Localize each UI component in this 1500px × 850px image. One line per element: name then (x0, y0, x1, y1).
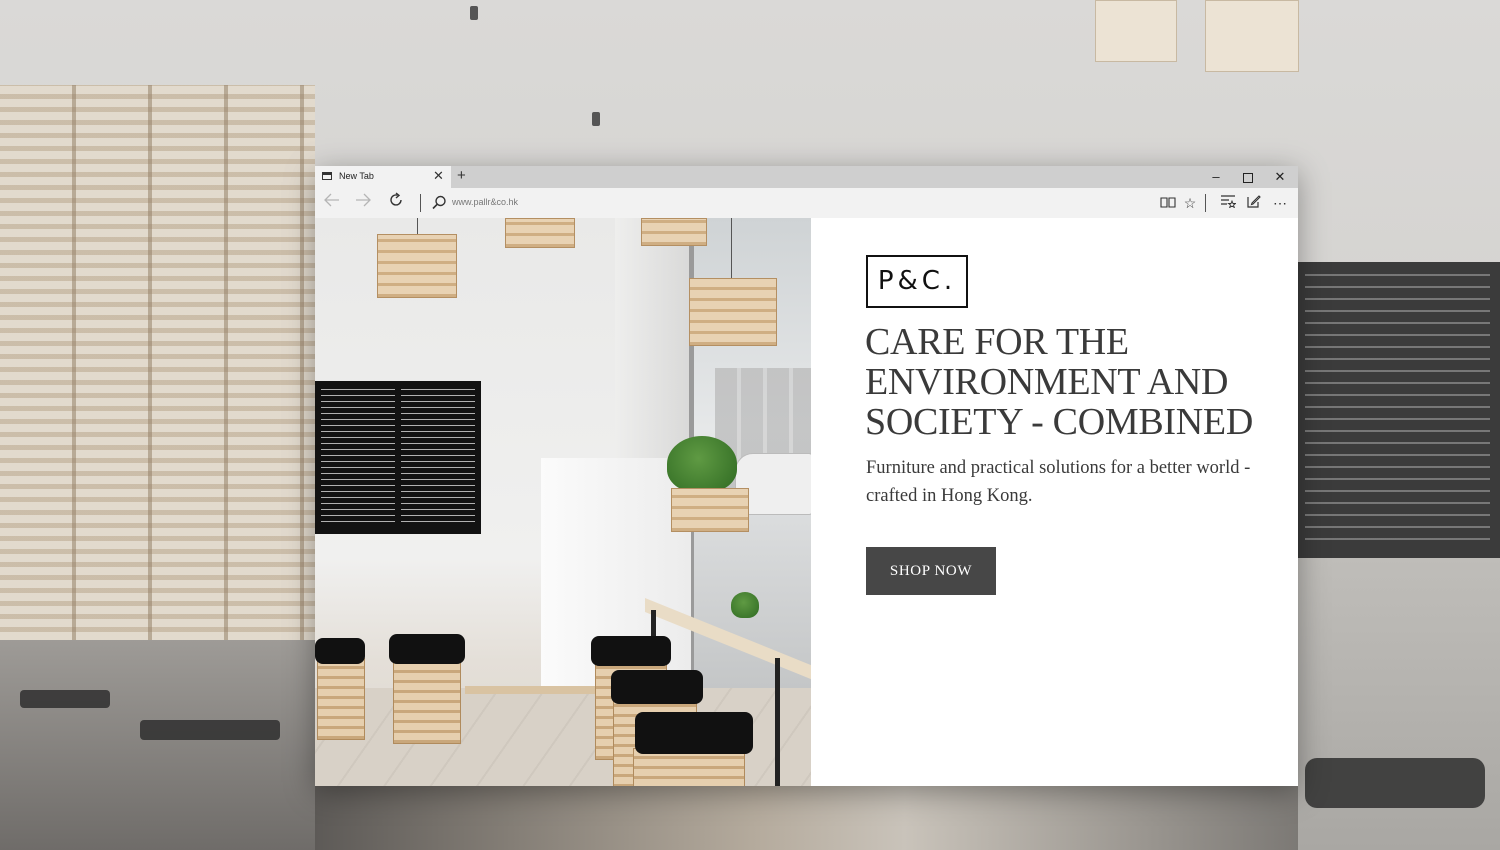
background-counter (0, 640, 320, 850)
close-window-button[interactable]: ✕ (1264, 166, 1296, 188)
minimize-button[interactable]: – (1200, 166, 1232, 188)
navigation-bar: www.pallr&co.hk ☆ ⋯ (315, 188, 1298, 219)
tab-page-icon (322, 172, 332, 180)
photo-hanging-crate (505, 218, 575, 248)
photo-hanging-crate (377, 234, 457, 298)
background-crate-wall (0, 85, 315, 645)
browser-tab[interactable]: New Tab ✕ (315, 166, 451, 188)
more-icon[interactable]: ⋯ (1270, 193, 1290, 213)
photo-stool-cushion (591, 636, 671, 666)
background-stool (140, 720, 280, 740)
hero-cafe-photo (315, 218, 811, 786)
hero-text-panel: P&C. CARE FOR THE ENVIRONMENT AND SOCIET… (811, 218, 1298, 786)
brand-logo[interactable]: P&C. (866, 255, 968, 308)
web-note-icon[interactable] (1244, 193, 1264, 213)
browser-window: New Tab ✕ + – ✕ www.pallr&co.hk ☆ ⋯ P&C.… (315, 166, 1298, 786)
photo-stool-cushion (635, 712, 753, 754)
photo-wire (731, 218, 732, 278)
web-page: P&C. CARE FOR THE ENVIRONMENT AND SOCIET… (315, 218, 1298, 786)
background-menu-board (1295, 262, 1500, 558)
photo-stool (317, 658, 365, 740)
photo-stool-cushion (611, 670, 703, 704)
refresh-icon[interactable] (385, 192, 407, 214)
favorites-hub-icon[interactable] (1218, 193, 1238, 213)
photo-plant-crate (671, 488, 749, 532)
background-ceiling-lamp (592, 112, 600, 126)
photo-counter-leg (775, 658, 780, 786)
photo-menu-board (315, 381, 481, 534)
photo-stool-cushion (389, 634, 465, 664)
background-stool (1305, 758, 1485, 808)
search-icon (429, 193, 449, 213)
new-tab-button[interactable]: + (457, 167, 466, 185)
photo-hanging-crate (689, 278, 777, 346)
photo-plant (667, 436, 737, 492)
photo-stool-cushion (315, 638, 365, 664)
hero-headline: CARE FOR THE ENVIRONMENT AND SOCIETY - C… (865, 321, 1253, 443)
favorite-star-icon[interactable]: ☆ (1180, 193, 1200, 213)
menu-board-column (321, 389, 395, 527)
maximize-icon (1243, 172, 1253, 183)
back-arrow-icon[interactable] (321, 192, 343, 214)
reading-view-icon[interactable] (1158, 193, 1178, 213)
background-floor-strip (315, 786, 1298, 850)
photo-hanging-crate (641, 218, 707, 246)
tab-bar: New Tab ✕ + – ✕ (315, 166, 1298, 188)
shop-now-button[interactable]: SHOP NOW (866, 547, 996, 595)
tab-close-icon[interactable]: ✕ (433, 168, 444, 184)
hero-subheadline: Furniture and practical solutions for a … (866, 458, 1251, 506)
maximize-button[interactable] (1232, 166, 1264, 188)
photo-small-plant (731, 592, 759, 618)
background-stool (20, 690, 110, 708)
forward-arrow-icon[interactable] (352, 192, 374, 214)
photo-stool (393, 658, 461, 744)
toolbar-divider (1205, 194, 1206, 212)
toolbar-divider (420, 194, 421, 212)
address-bar[interactable]: www.pallr&co.hk (452, 197, 518, 207)
background-hanging-crate (1205, 0, 1299, 72)
menu-board-column (401, 389, 475, 527)
background-hanging-crate (1095, 0, 1177, 62)
background-ceiling-lamp (470, 6, 478, 20)
tab-title: New Tab (339, 171, 374, 181)
